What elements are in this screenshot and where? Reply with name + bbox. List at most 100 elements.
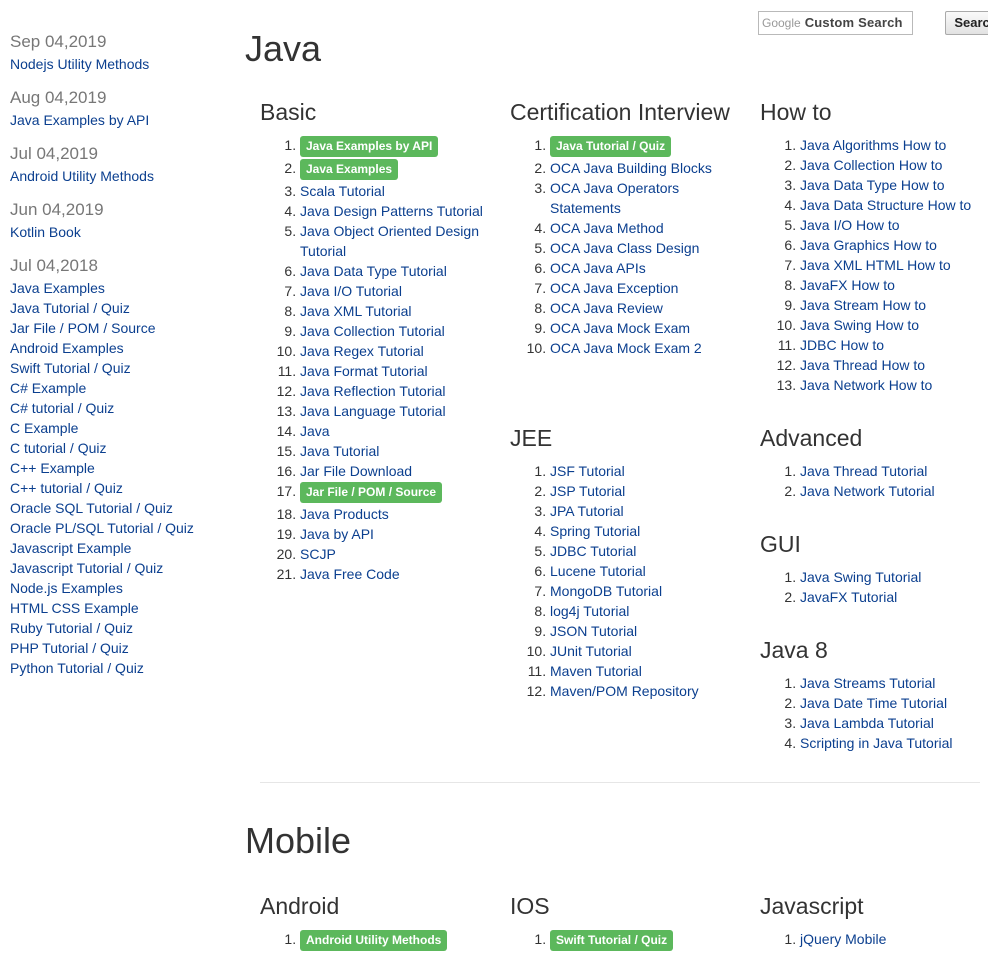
tutorial-link[interactable]: Java Date Time Tutorial (800, 695, 947, 711)
tutorial-link[interactable]: JavaFX How to (800, 277, 895, 293)
sidebar-link[interactable]: C tutorial / Quiz (10, 438, 230, 458)
tutorial-link[interactable]: Java Data Type How to (800, 177, 944, 193)
tutorial-link[interactable]: JDBC Tutorial (550, 543, 636, 559)
tutorial-link[interactable]: Java Object Oriented Design Tutorial (300, 223, 479, 259)
tutorial-link[interactable]: OCA Java Mock Exam (550, 320, 690, 336)
tutorial-link[interactable]: Java Graphics How to (800, 237, 937, 253)
tutorial-link[interactable]: Java Regex Tutorial (300, 343, 424, 359)
sidebar-link[interactable]: Java Examples (10, 278, 230, 298)
sidebar-link[interactable]: C Example (10, 418, 230, 438)
featured-badge-link[interactable]: Java Examples (300, 159, 399, 180)
featured-badge-link[interactable]: Swift Tutorial / Quiz (550, 930, 674, 951)
tutorial-link[interactable]: Java Language Tutorial (300, 403, 446, 419)
tutorial-link[interactable]: JSF Tutorial (550, 463, 625, 479)
featured-badge-link[interactable]: Android Utility Methods (300, 930, 448, 951)
sidebar-link[interactable]: Ruby Tutorial / Quiz (10, 618, 230, 638)
tutorial-link[interactable]: Java Stream How to (800, 297, 926, 313)
tutorial-link[interactable]: Java Network How to (800, 377, 932, 393)
tutorial-link[interactable]: JSON Tutorial (550, 623, 637, 639)
featured-badge-link[interactable]: Java Tutorial / Quiz (550, 136, 672, 157)
sidebar-link[interactable]: Swift Tutorial / Quiz (10, 358, 230, 378)
tutorial-link[interactable]: Java Data Structure How to (800, 197, 971, 213)
tutorial-link[interactable]: jQuery Mobile (800, 931, 886, 947)
tutorial-link[interactable]: Java Free Code (300, 566, 400, 582)
featured-badge-link[interactable]: Jar File / POM / Source (300, 482, 443, 503)
list-item: Java Regex Tutorial (300, 341, 500, 361)
tutorial-link[interactable]: Java Collection Tutorial (300, 323, 445, 339)
sidebar-link[interactable]: PHP Tutorial / Quiz (10, 638, 230, 658)
tutorial-link[interactable]: JUnit Tutorial (550, 643, 632, 659)
tutorial-link[interactable]: Java Reflection Tutorial (300, 383, 446, 399)
tutorial-link[interactable]: OCA Java Review (550, 300, 663, 316)
tutorial-link[interactable]: Java XML HTML How to (800, 257, 951, 273)
tutorial-link[interactable]: Spring Tutorial (550, 523, 640, 539)
sidebar-link[interactable]: Nodejs Utility Methods (10, 54, 230, 74)
tutorial-link[interactable]: Maven Tutorial (550, 663, 642, 679)
sidebar-link[interactable]: HTML CSS Example (10, 598, 230, 618)
tutorial-link[interactable]: JavaFX Tutorial (800, 589, 897, 605)
tutorial-link[interactable]: Java Swing How to (800, 317, 919, 333)
tutorial-link[interactable]: JDBC How to (800, 337, 884, 353)
tutorial-link[interactable]: Java Thread Tutorial (800, 463, 927, 479)
sidebar-link[interactable]: Kotlin Book (10, 222, 230, 242)
sidebar-link[interactable]: Oracle PL/SQL Tutorial / Quiz (10, 518, 230, 538)
tutorial-link[interactable]: OCA Java Exception (550, 280, 678, 296)
sidebar-link[interactable]: Jar File / POM / Source (10, 318, 230, 338)
tutorial-link[interactable]: Java Lambda Tutorial (800, 715, 934, 731)
tutorial-link[interactable]: JSP Tutorial (550, 483, 625, 499)
link-list: Java Examples by APIJava Examples Scala T… (260, 135, 500, 584)
tutorial-link[interactable]: Java (300, 423, 330, 439)
sidebar-link[interactable]: Android Utility Methods (10, 166, 230, 186)
tutorial-link[interactable]: Java Design Patterns Tutorial (300, 203, 483, 219)
sidebar-link[interactable]: Node.js Examples (10, 578, 230, 598)
tutorial-link[interactable]: Java Network Tutorial (800, 483, 935, 499)
tutorial-link[interactable]: Java Collection How to (800, 157, 942, 173)
tutorial-link[interactable]: OCA Java Mock Exam 2 (550, 340, 702, 356)
tutorial-link[interactable]: Java Streams Tutorial (800, 675, 935, 691)
tutorial-link[interactable]: Java Data Type Tutorial (300, 263, 447, 279)
tutorial-link[interactable]: Java I/O How to (800, 217, 900, 233)
sidebar-link[interactable]: Oracle SQL Tutorial / Quiz (10, 498, 230, 518)
tutorial-link[interactable]: Java Tutorial (300, 443, 379, 459)
sidebar-link[interactable]: C++ tutorial / Quiz (10, 478, 230, 498)
link-list: Android Utility Methods (260, 929, 500, 952)
tutorial-link[interactable]: log4j Tutorial (550, 603, 629, 619)
sidebar-link[interactable]: C# tutorial / Quiz (10, 398, 230, 418)
tutorial-link[interactable]: Java Swing Tutorial (800, 569, 921, 585)
tutorial-link[interactable]: Java Products (300, 506, 389, 522)
tutorial-link[interactable]: OCA Java Method (550, 220, 664, 236)
search-button[interactable]: Search (945, 11, 988, 35)
sidebar-link[interactable]: Android Examples (10, 338, 230, 358)
featured-badge-link[interactable]: Java Examples by API (300, 136, 439, 157)
tutorial-link[interactable]: Java I/O Tutorial (300, 283, 402, 299)
tutorial-link[interactable]: Java Format Tutorial (300, 363, 428, 379)
sidebar-link[interactable]: Java Tutorial / Quiz (10, 298, 230, 318)
tutorial-link[interactable]: Jar File Download (300, 463, 412, 479)
sidebar-link[interactable]: C# Example (10, 378, 230, 398)
sidebar-link[interactable]: C++ Example (10, 458, 230, 478)
tutorial-link[interactable]: OCA Java Building Blocks (550, 160, 712, 176)
tutorial-link[interactable]: JPA Tutorial (550, 503, 624, 519)
tutorial-link[interactable]: OCA Java APIs (550, 260, 646, 276)
tutorial-link[interactable]: Java XML Tutorial (300, 303, 412, 319)
column-java8: Java 8 Java Streams Tutorial Java Date Tim… (760, 637, 988, 753)
sidebar-link[interactable]: Java Examples by API (10, 110, 230, 130)
sidebar-link[interactable]: Javascript Example (10, 538, 230, 558)
tutorial-link[interactable]: OCA Java Operators Statements (550, 180, 679, 216)
tutorial-link[interactable]: OCA Java Class Design (550, 240, 699, 256)
tutorial-link[interactable]: Lucene Tutorial (550, 563, 646, 579)
search-input[interactable]: Google Custom Search (758, 11, 913, 35)
tutorial-link[interactable]: Scala Tutorial (300, 183, 385, 199)
list-item: JPA Tutorial (550, 501, 750, 521)
tutorial-link[interactable]: Scripting in Java Tutorial (800, 735, 953, 751)
list-item: JUnit Tutorial (550, 641, 750, 661)
list-item: Java Design Patterns Tutorial (300, 201, 500, 221)
tutorial-link[interactable]: Java Algorithms How to (800, 137, 946, 153)
tutorial-link[interactable]: MongoDB Tutorial (550, 583, 662, 599)
sidebar-link[interactable]: Javascript Tutorial / Quiz (10, 558, 230, 578)
tutorial-link[interactable]: Java by API (300, 526, 374, 542)
tutorial-link[interactable]: SCJP (300, 546, 336, 562)
tutorial-link[interactable]: Maven/POM Repository (550, 683, 699, 699)
tutorial-link[interactable]: Java Thread How to (800, 357, 925, 373)
sidebar-link[interactable]: Python Tutorial / Quiz (10, 658, 230, 678)
